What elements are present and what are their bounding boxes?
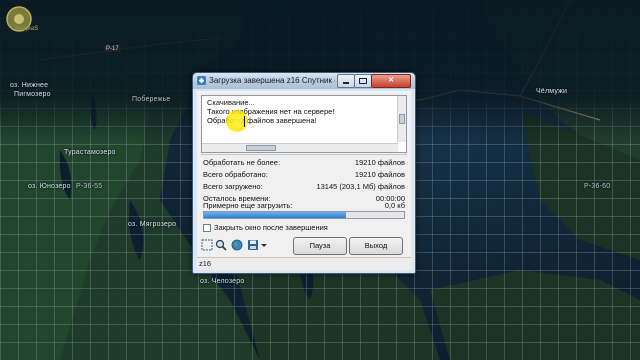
lake-label-turastamozero: Турастамозеро bbox=[64, 149, 116, 156]
globe-icon[interactable] bbox=[231, 239, 243, 251]
minimize-icon bbox=[343, 82, 349, 84]
scroll-thumb[interactable] bbox=[399, 114, 405, 124]
lake-label-chelozero: оз. Челозеро bbox=[200, 278, 245, 285]
village-label-chelmuzhi: Чёлмужи bbox=[536, 88, 568, 95]
close-button[interactable]: ✕ bbox=[371, 74, 411, 88]
maximize-button[interactable] bbox=[354, 74, 372, 88]
zoom-icon[interactable] bbox=[215, 239, 227, 251]
progress-fill bbox=[204, 212, 346, 218]
divider bbox=[201, 154, 407, 155]
close-after-checkbox[interactable] bbox=[203, 224, 211, 232]
stat-row-processed: Всего обработано: 19210 файлов bbox=[203, 170, 405, 179]
watermark-logo: МедиаS bbox=[2, 2, 62, 42]
save-icon[interactable] bbox=[247, 239, 259, 251]
lake-label-myagrozero: оз. Мягрозеро bbox=[128, 221, 177, 228]
ibeam-cursor-icon bbox=[244, 116, 245, 127]
stat-row-downloaded: Всего загружено: 13145 (203,1 Мб) файлов bbox=[203, 182, 405, 191]
log-line: Такого изображения нет на сервере! bbox=[207, 107, 335, 116]
lake-label-yunozero: оз. Юнозеро bbox=[28, 183, 71, 190]
log-line: Обработка файлов завершена! bbox=[207, 116, 317, 125]
log-vertical-scrollbar[interactable] bbox=[397, 96, 406, 142]
exit-button[interactable]: Выход bbox=[349, 237, 403, 255]
maximize-icon bbox=[359, 78, 367, 84]
stat-row-remaining: Примерно еще загрузить: 0,0 кб bbox=[203, 201, 405, 210]
lake-label-nizhnee-2: Пигмозеро bbox=[14, 91, 51, 98]
select-area-icon[interactable] bbox=[201, 239, 213, 251]
close-after-label[interactable]: Закрыть окно после завершения bbox=[214, 223, 328, 232]
progress-bar bbox=[203, 211, 405, 219]
stat-row-max: Обработать не более: 19210 файлов bbox=[203, 158, 405, 167]
app-icon bbox=[197, 76, 206, 85]
lake-label-nizhnee-1: оз. Нижнее bbox=[10, 82, 49, 89]
scroll-thumb[interactable] bbox=[246, 145, 276, 151]
road-label: P-17 bbox=[104, 46, 121, 52]
window-title: Загрузка завершена z16 Спутник (... bbox=[209, 76, 335, 85]
title-bar[interactable]: Загрузка завершена z16 Спутник (... ✕ bbox=[193, 73, 415, 89]
status-bar: z16 bbox=[197, 257, 411, 270]
log-horizontal-scrollbar[interactable] bbox=[202, 143, 398, 152]
status-text: z16 bbox=[199, 259, 212, 268]
log-line: Скачивание... bbox=[207, 98, 255, 107]
pause-button[interactable]: Пауза bbox=[293, 237, 347, 255]
zone-label-left: P-36-55 bbox=[76, 183, 103, 190]
village-label-pobereje: Побережье bbox=[132, 96, 171, 103]
zone-label-right: P-36-60 bbox=[584, 183, 611, 190]
chevron-down-icon[interactable] bbox=[260, 239, 268, 251]
minimize-button[interactable] bbox=[337, 74, 355, 88]
download-dialog[interactable]: Загрузка завершена z16 Спутник (... ✕ Ск… bbox=[192, 72, 416, 274]
